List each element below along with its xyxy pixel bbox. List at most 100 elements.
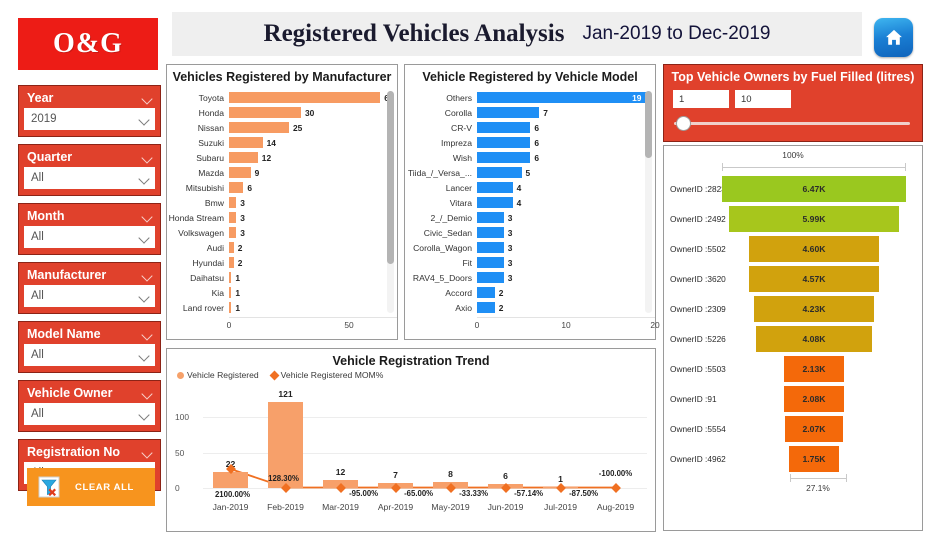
scrollbar-manufacturer[interactable]: [387, 91, 394, 313]
legend-item-registered[interactable]: Vehicle Registered: [177, 370, 259, 380]
bar-fill[interactable]: [229, 137, 263, 148]
slicer-vehicle-owner[interactable]: Vehicle Owner All: [18, 380, 161, 432]
bar-fill[interactable]: [477, 302, 495, 313]
slicer-quarter[interactable]: Quarter All: [18, 144, 161, 196]
chevron-down-icon[interactable]: [142, 213, 153, 220]
funnel-row[interactable]: OwnerID :55542.07K: [664, 414, 922, 444]
slider-rail[interactable]: [674, 122, 910, 125]
year-dropdown[interactable]: 2019: [24, 108, 155, 130]
chevron-down-icon[interactable]: [142, 390, 153, 397]
bar-row[interactable]: Wish6: [405, 150, 655, 165]
chevron-down-icon[interactable]: [139, 234, 150, 241]
bar-row[interactable]: Civic_Sedan3: [405, 225, 655, 240]
bar-fill[interactable]: [229, 197, 236, 208]
bar-row[interactable]: Hyundai2: [167, 255, 397, 270]
bar-row[interactable]: Lancer4: [405, 180, 655, 195]
vehicle-owner-dropdown[interactable]: All: [24, 403, 155, 425]
chevron-down-icon[interactable]: [142, 154, 153, 161]
range-max-input[interactable]: 10: [735, 90, 791, 108]
chevron-down-icon[interactable]: [142, 449, 153, 456]
bar-fill[interactable]: [477, 242, 504, 253]
bar-fill[interactable]: [477, 212, 504, 223]
bar-fill[interactable]: [477, 152, 530, 163]
bar-row[interactable]: Audi2: [167, 240, 397, 255]
chevron-down-icon[interactable]: [142, 272, 153, 279]
slider-handle[interactable]: [676, 116, 691, 131]
chevron-down-icon[interactable]: [142, 331, 153, 338]
bar-row[interactable]: Others19: [405, 90, 655, 105]
bar-fill[interactable]: [229, 257, 234, 268]
chevron-down-icon[interactable]: [139, 175, 150, 182]
bar-fill[interactable]: [477, 287, 495, 298]
bar-row[interactable]: Honda30: [167, 105, 397, 120]
chevron-down-icon[interactable]: [139, 411, 150, 418]
bar-row[interactable]: Land rover1: [167, 300, 397, 315]
funnel-bar[interactable]: 2.08K: [784, 386, 843, 412]
funnel-row[interactable]: OwnerID :23094.23K: [664, 294, 922, 324]
bar-row[interactable]: Mitsubishi6: [167, 180, 397, 195]
funnel-bar[interactable]: 4.57K: [749, 266, 879, 292]
bar-row[interactable]: Toyota63: [167, 90, 397, 105]
bar-row[interactable]: Daihatsu1: [167, 270, 397, 285]
bar-fill[interactable]: [229, 287, 231, 298]
bar-row[interactable]: Mazda9: [167, 165, 397, 180]
funnel-bar[interactable]: 2.13K: [784, 356, 845, 382]
funnel-bar[interactable]: 4.60K: [749, 236, 880, 262]
bar-fill[interactable]: [229, 227, 236, 238]
bar-fill[interactable]: [229, 212, 236, 223]
model-name-dropdown[interactable]: All: [24, 344, 155, 366]
funnel-row[interactable]: OwnerID :52264.08K: [664, 324, 922, 354]
bar-fill[interactable]: [477, 167, 522, 178]
funnel-bar[interactable]: 1.75K: [789, 446, 839, 472]
slicer-year[interactable]: Year 2019: [18, 85, 161, 137]
bar-row[interactable]: Accord2: [405, 285, 655, 300]
clear-all-button[interactable]: CLEAR ALL: [27, 468, 155, 506]
bar-row[interactable]: 2_/_Demio3: [405, 210, 655, 225]
funnel-bar[interactable]: 5.99K: [729, 206, 899, 232]
funnel-bar[interactable]: 6.47K: [722, 176, 906, 202]
bar-row[interactable]: Axio2: [405, 300, 655, 315]
funnel-row[interactable]: OwnerID :55032.13K: [664, 354, 922, 384]
bar-fill[interactable]: [477, 107, 539, 118]
bar-fill[interactable]: [477, 257, 504, 268]
funnel-bar[interactable]: 2.07K: [785, 416, 844, 442]
quarter-dropdown[interactable]: All: [24, 167, 155, 189]
bar-fill[interactable]: [229, 302, 231, 313]
bar-row[interactable]: Bmw3: [167, 195, 397, 210]
range-min-input[interactable]: 1: [673, 90, 729, 108]
chevron-down-icon[interactable]: [142, 95, 153, 102]
bar-fill[interactable]: [477, 227, 504, 238]
chevron-down-icon[interactable]: [139, 352, 150, 359]
bar-row[interactable]: Honda Stream3: [167, 210, 397, 225]
scrollbar-model[interactable]: [645, 91, 652, 313]
bar-row[interactable]: Nissan25: [167, 120, 397, 135]
bar-row[interactable]: Subaru12: [167, 150, 397, 165]
funnel-row[interactable]: OwnerID :912.08K: [664, 384, 922, 414]
bar-row[interactable]: Fit3: [405, 255, 655, 270]
funnel-bar[interactable]: 4.23K: [754, 296, 874, 322]
slicer-model-name[interactable]: Model Name All: [18, 321, 161, 373]
scrollbar-thumb[interactable]: [645, 91, 652, 158]
bar-fill[interactable]: [229, 167, 251, 178]
bar-row[interactable]: Impreza6: [405, 135, 655, 150]
bar-row[interactable]: Tiida_/_Versa_...5: [405, 165, 655, 180]
bar-fill[interactable]: [229, 107, 301, 118]
bar-row[interactable]: Kia1: [167, 285, 397, 300]
bar-row[interactable]: Corolla_Wagon3: [405, 240, 655, 255]
scrollbar-thumb[interactable]: [387, 91, 394, 264]
home-button[interactable]: [874, 18, 913, 57]
bar-fill[interactable]: [229, 242, 234, 253]
bar-fill[interactable]: [477, 197, 513, 208]
funnel-row[interactable]: OwnerID :28236.47K: [664, 174, 922, 204]
chevron-down-icon[interactable]: [139, 293, 150, 300]
bar-fill[interactable]: [229, 152, 258, 163]
funnel-row[interactable]: OwnerID :49621.75K: [664, 444, 922, 474]
bar-fill[interactable]: [229, 92, 380, 103]
bar-row[interactable]: Corolla7: [405, 105, 655, 120]
bar-fill[interactable]: [477, 182, 513, 193]
funnel-bar[interactable]: 4.08K: [756, 326, 872, 352]
slicer-month[interactable]: Month All: [18, 203, 161, 255]
bar-row[interactable]: Suzuki14: [167, 135, 397, 150]
bar-fill[interactable]: [229, 272, 231, 283]
bar-fill[interactable]: [477, 137, 530, 148]
